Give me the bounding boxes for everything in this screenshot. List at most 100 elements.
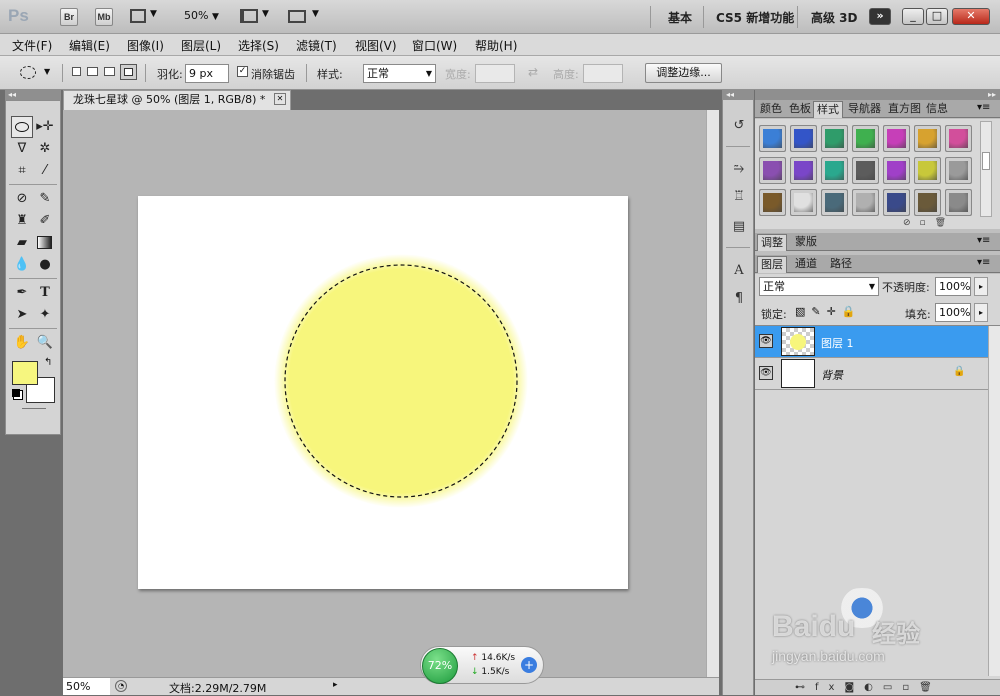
menu-file[interactable]: 文件(F)	[12, 37, 52, 54]
document-tab[interactable]: 龙珠七星球 @ 50% (图层 1, RGB/8) * ✕	[63, 90, 291, 110]
antialias-checkbox[interactable]: ✓	[237, 66, 248, 77]
workspace-cs5-new[interactable]: CS5 新增功能	[716, 9, 794, 26]
subtract-selection-icon[interactable]	[104, 67, 115, 76]
layer-row-background[interactable]: 👁 背景 🔒	[755, 358, 988, 390]
style-swatch[interactable]	[914, 189, 941, 216]
close-document-icon[interactable]: ✕	[274, 93, 286, 105]
style-select[interactable]: 正常 ▼	[363, 64, 436, 83]
hand-tool-icon[interactable]: ✋	[11, 332, 33, 354]
brush-tool-icon[interactable]: ✎	[34, 188, 56, 210]
layers-footer-buttons[interactable]: ⊷fx◙◐▭▫🗑	[755, 679, 1000, 695]
shape-tool-icon[interactable]: ✦	[34, 304, 56, 326]
workspace-essentials[interactable]: 基本	[668, 9, 692, 26]
style-swatch[interactable]	[852, 125, 879, 152]
status-info-icon[interactable]: ◔	[115, 680, 127, 692]
styles-scrollbar[interactable]	[980, 121, 992, 217]
workspace-3d[interactable]: 高级 3D	[811, 9, 858, 26]
style-swatch[interactable]	[821, 157, 848, 184]
gradient-tool-icon[interactable]	[34, 232, 56, 254]
tab-adjustments[interactable]: 调整	[757, 234, 787, 251]
clone-stamp-icon[interactable]: ♜	[11, 210, 33, 232]
move-tool-icon[interactable]: ▸✛	[34, 116, 56, 138]
quick-mask-icon[interactable]	[22, 408, 46, 409]
add-to-selection-icon[interactable]	[87, 67, 98, 76]
history-brush-icon[interactable]: ✐	[34, 210, 56, 232]
type-tool-icon[interactable]: T	[34, 282, 56, 304]
launch-bridge-button[interactable]: Br	[60, 8, 78, 26]
crop-tool-icon[interactable]: ⌗	[11, 160, 33, 182]
style-swatch[interactable]	[759, 157, 786, 184]
magic-wand-icon[interactable]: ✲	[34, 138, 56, 160]
panel-menu-icon[interactable]: ▾≡	[977, 235, 990, 246]
tools-panel-header[interactable]: ◂◂	[5, 90, 61, 100]
style-swatch[interactable]	[821, 189, 848, 216]
minimize-button[interactable]: _	[902, 8, 924, 25]
style-swatch[interactable]	[790, 125, 817, 152]
tab-swatches[interactable]: 色板	[786, 101, 814, 118]
swap-dimensions-icon[interactable]: ⇄	[528, 65, 538, 79]
menu-filter[interactable]: 滤镜(T)	[296, 37, 337, 54]
brush-presets-icon[interactable]: ⥲	[728, 158, 750, 180]
dock-header[interactable]: ▸▸	[755, 90, 1000, 100]
lock-icons[interactable]: ▧✎✛🔒	[795, 305, 862, 318]
style-swatch[interactable]	[883, 157, 910, 184]
style-swatch[interactable]	[945, 189, 972, 216]
tool-presets-icon[interactable]: ▤	[728, 216, 750, 238]
tab-styles[interactable]: 样式	[813, 101, 843, 118]
menu-layer[interactable]: 图层(L)	[181, 37, 221, 54]
path-selection-icon[interactable]: ➤	[11, 304, 33, 326]
pen-tool-icon[interactable]: ✒	[11, 282, 33, 304]
menu-help[interactable]: 帮助(H)	[475, 37, 517, 54]
tab-channels[interactable]: 通道	[792, 256, 820, 273]
opacity-slider-toggle[interactable]: ▸	[974, 277, 988, 296]
style-swatch[interactable]	[945, 157, 972, 184]
tab-layers[interactable]: 图层	[757, 256, 787, 273]
eye-visibility-icon[interactable]: 👁	[759, 334, 773, 348]
style-swatch[interactable]	[945, 125, 972, 152]
foreground-color-swatch[interactable]	[12, 361, 38, 385]
more-workspaces-button[interactable]: »	[869, 8, 891, 25]
fill-slider-toggle[interactable]: ▸	[974, 303, 988, 322]
add-icon[interactable]: +	[521, 657, 537, 673]
launch-minibridge-button[interactable]: Mb	[95, 8, 113, 26]
elliptical-marquee-tool[interactable]	[11, 116, 33, 138]
style-swatch[interactable]	[759, 125, 786, 152]
vertical-scrollbar[interactable]	[706, 110, 719, 677]
restore-button[interactable]: □	[926, 8, 948, 25]
network-speed-widget[interactable]: 72% ↑ 14.6K/s ↓ 1.5K/s +	[420, 646, 544, 684]
close-window-button[interactable]: ✕	[952, 8, 990, 25]
intersect-selection-icon[interactable]	[120, 64, 137, 80]
styles-footer-icons[interactable]: ⊘▫🗑	[903, 218, 955, 228]
tab-masks[interactable]: 蒙版	[792, 234, 820, 251]
eye-visibility-icon[interactable]: 👁	[759, 366, 773, 380]
height-input[interactable]	[583, 64, 623, 83]
character-panel-icon[interactable]: A	[728, 260, 750, 282]
healing-brush-icon[interactable]: ⊘	[11, 188, 33, 210]
style-swatch[interactable]	[883, 125, 910, 152]
menu-edit[interactable]: 编辑(E)	[69, 37, 110, 54]
fill-input[interactable]: 100%	[935, 303, 971, 322]
tab-color[interactable]: 颜色	[757, 101, 785, 118]
paragraph-panel-icon[interactable]: ¶	[728, 288, 750, 310]
style-swatch[interactable]	[852, 157, 879, 184]
new-selection-icon[interactable]	[72, 67, 81, 76]
eyedropper-icon[interactable]: ⁄	[34, 160, 56, 182]
default-colors-icon[interactable]	[12, 389, 20, 397]
style-swatch[interactable]	[914, 157, 941, 184]
lasso-tool-icon[interactable]: ᐁ	[11, 138, 33, 160]
tab-histogram[interactable]: 直方图	[885, 101, 924, 118]
opacity-input[interactable]: 100%	[935, 277, 971, 296]
style-swatch[interactable]	[821, 125, 848, 152]
tab-paths[interactable]: 路径	[827, 256, 855, 273]
arrange-documents-dropdown[interactable]: ▼	[240, 9, 270, 25]
style-swatch[interactable]	[852, 189, 879, 216]
document-canvas[interactable]	[138, 196, 628, 589]
collapsed-panels-header[interactable]: ◂◂	[722, 90, 754, 100]
panel-menu-icon[interactable]: ▾≡	[977, 102, 990, 113]
style-swatch[interactable]	[790, 189, 817, 216]
layer-row-layer1[interactable]: 👁 图层 1	[755, 326, 988, 358]
eraser-tool-icon[interactable]: ▰	[11, 232, 33, 254]
tab-info[interactable]: 信息	[923, 101, 951, 118]
style-swatch[interactable]	[790, 157, 817, 184]
view-extras-dropdown[interactable]: ▼	[130, 9, 160, 25]
